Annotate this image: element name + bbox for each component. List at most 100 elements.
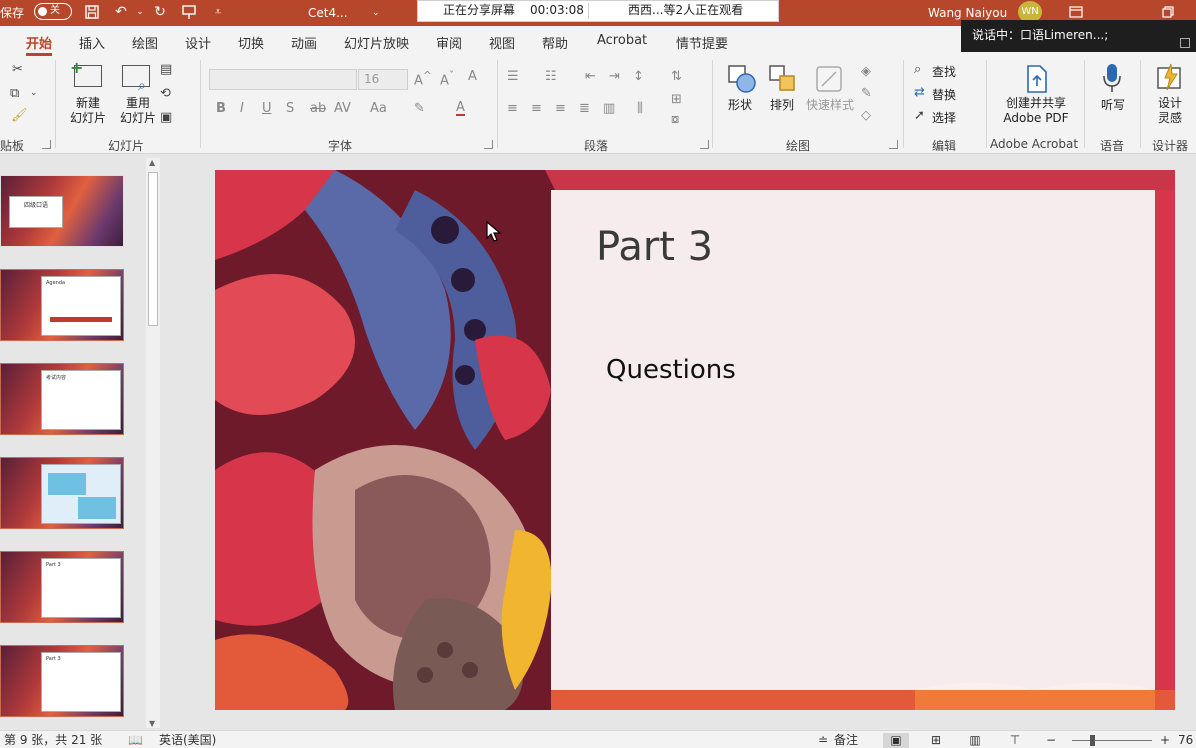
shape-fill-icon[interactable]: ◈ <box>861 64 871 79</box>
font-size-combo[interactable]: 16 <box>358 69 408 90</box>
tab-storyboard[interactable]: 情节提要 <box>676 33 728 52</box>
copy-icon[interactable]: ⧉ <box>10 86 19 101</box>
slide-title[interactable]: Part 3 <box>596 224 713 270</box>
adobe-pdf-icon[interactable] <box>1024 64 1050 98</box>
file-name-dropdown-icon[interactable]: ⌄ <box>372 0 380 26</box>
paragraph-launcher-icon[interactable] <box>700 140 709 149</box>
customize-qat-icon[interactable]: ⩡ <box>210 4 226 20</box>
replace-label[interactable]: 替换 <box>932 86 956 103</box>
save-icon[interactable] <box>84 4 100 20</box>
tab-slideshow[interactable]: 幻灯片放映 <box>344 33 409 52</box>
zoom-out-icon[interactable]: − <box>1046 733 1056 747</box>
change-case-icon[interactable]: Aa <box>370 101 387 116</box>
drawing-launcher-icon[interactable] <box>889 140 898 149</box>
design-ideas-icon[interactable] <box>1155 62 1185 98</box>
thumbnail-scrollbar[interactable]: ▲ ▼ <box>146 158 160 728</box>
ribbon-display-icon[interactable] <box>1068 4 1084 20</box>
shrink-font-icon[interactable]: Aˇ <box>440 69 454 88</box>
tab-animations[interactable]: 动画 <box>291 33 317 52</box>
increase-indent-icon[interactable]: ⇥ <box>609 69 620 84</box>
slide-sorter-icon[interactable]: ⊞ <box>923 733 949 748</box>
distributed-icon[interactable]: ▥ <box>603 101 615 116</box>
align-text-icon[interactable]: ⊞ <box>671 92 682 107</box>
section-icon[interactable]: ▣ <box>160 110 172 125</box>
highlight-icon[interactable]: ✎ <box>414 101 425 116</box>
tab-design[interactable]: 设计 <box>185 33 211 52</box>
tab-acrobat[interactable]: Acrobat <box>597 33 647 48</box>
create-share-pdf-button[interactable]: 创建并共享 Adobe PDF <box>996 96 1076 126</box>
columns-icon[interactable]: ⫼ <box>637 101 643 116</box>
strikethrough-icon[interactable]: ab <box>310 101 326 116</box>
undo-icon[interactable]: ↶ <box>113 4 129 20</box>
bold-icon[interactable]: B <box>216 101 226 116</box>
justify-icon[interactable]: ≣ <box>579 101 590 116</box>
align-center-icon[interactable]: ≡ <box>531 101 542 116</box>
zoom-slider-track[interactable] <box>1072 740 1152 741</box>
text-direction-icon[interactable]: ⇅ <box>671 69 682 84</box>
slide-thumbnail[interactable] <box>0 457 124 529</box>
smartart-icon[interactable]: ⧇ <box>671 112 679 127</box>
normal-view-icon[interactable]: ▣ <box>883 733 909 748</box>
align-right-icon[interactable]: ≡ <box>555 101 566 116</box>
close-icon[interactable] <box>1180 38 1190 48</box>
shape-effects-icon[interactable]: ◇ <box>861 108 871 123</box>
shape-label[interactable]: 形状 <box>728 96 752 113</box>
scroll-up-icon[interactable]: ▲ <box>149 158 155 167</box>
grow-font-icon[interactable]: A^ <box>414 69 432 88</box>
tab-draw[interactable]: 绘图 <box>132 33 158 52</box>
slideshow-view-icon[interactable]: ⊤ <box>1002 733 1028 748</box>
quick-styles-icon[interactable] <box>814 64 844 98</box>
undo-dropdown-icon[interactable]: ⌄ <box>132 4 148 20</box>
slide-thumbnail[interactable]: Agenda <box>0 269 124 341</box>
font-name-combo[interactable] <box>209 69 357 90</box>
slide-thumbnail[interactable]: Part 3 <box>0 551 124 623</box>
zoom-level[interactable]: 76 <box>1178 733 1193 747</box>
tab-home[interactable]: 开始 <box>26 33 52 52</box>
underline-icon[interactable]: U <box>262 101 272 116</box>
notes-button[interactable]: 备注 <box>834 733 858 747</box>
language-indicator[interactable]: 英语(美国) <box>159 733 216 747</box>
reading-view-icon[interactable]: ▥ <box>962 733 988 748</box>
redo-icon[interactable]: ↻ <box>152 4 168 20</box>
char-spacing-icon[interactable]: AV <box>334 101 351 116</box>
present-icon[interactable] <box>181 4 197 20</box>
new-slide-button[interactable]: 新建 幻灯片 <box>62 96 114 126</box>
notes-icon[interactable]: ≐ <box>818 733 828 747</box>
copy-dropdown-icon[interactable]: ⌄ <box>30 88 38 98</box>
scrollbar-thumb[interactable] <box>148 172 158 326</box>
layout-icon[interactable]: ▤ <box>160 62 172 77</box>
tab-transitions[interactable]: 切换 <box>238 33 264 52</box>
shadow-icon[interactable]: S <box>286 101 294 116</box>
bullets-icon[interactable]: ☰ <box>507 69 519 84</box>
clear-format-icon[interactable]: A <box>468 69 477 84</box>
slide-thumbnail[interactable]: 四级口语 <box>0 175 124 247</box>
cut-icon[interactable]: ✂ <box>12 62 23 77</box>
select-label[interactable]: 选择 <box>932 109 956 126</box>
zoom-in-icon[interactable]: + <box>1160 733 1170 747</box>
slide-body-text[interactable]: Questions <box>606 355 736 385</box>
font-launcher-icon[interactable] <box>484 140 493 149</box>
replace-icon[interactable]: ⇄ <box>914 85 925 100</box>
restore-icon[interactable] <box>1160 4 1176 20</box>
find-label[interactable]: 查找 <box>932 63 956 80</box>
font-color-icon[interactable]: A <box>456 101 465 116</box>
shape-outline-icon[interactable]: ✎ <box>861 86 872 101</box>
italic-icon[interactable]: I <box>240 101 244 116</box>
arrange-label[interactable]: 排列 <box>770 96 794 113</box>
spellcheck-icon[interactable]: 📖 <box>128 733 143 747</box>
autosave-toggle[interactable]: 关 <box>34 3 72 20</box>
find-icon[interactable]: ⌕ <box>914 62 921 77</box>
scroll-down-icon[interactable]: ▼ <box>149 719 155 728</box>
numbering-icon[interactable]: ☷ <box>545 69 557 84</box>
zoom-slider-thumb[interactable] <box>1090 735 1095 746</box>
shape-icon[interactable] <box>727 64 757 98</box>
reset-icon[interactable]: ⟲ <box>160 86 171 101</box>
quick-styles-label[interactable]: 快速样式 <box>806 96 854 113</box>
slide-thumbnail[interactable]: Part 3 <box>0 645 124 717</box>
reuse-slide-button[interactable]: 重用 幻灯片 <box>112 96 164 126</box>
tab-view[interactable]: 视图 <box>489 33 515 52</box>
tab-help[interactable]: 帮助 <box>542 33 568 52</box>
format-painter-icon[interactable]: 🖌 <box>11 108 28 123</box>
slide-thumbnail[interactable]: 考试内容 <box>0 363 124 435</box>
dictate-label[interactable]: 听写 <box>1101 96 1125 113</box>
